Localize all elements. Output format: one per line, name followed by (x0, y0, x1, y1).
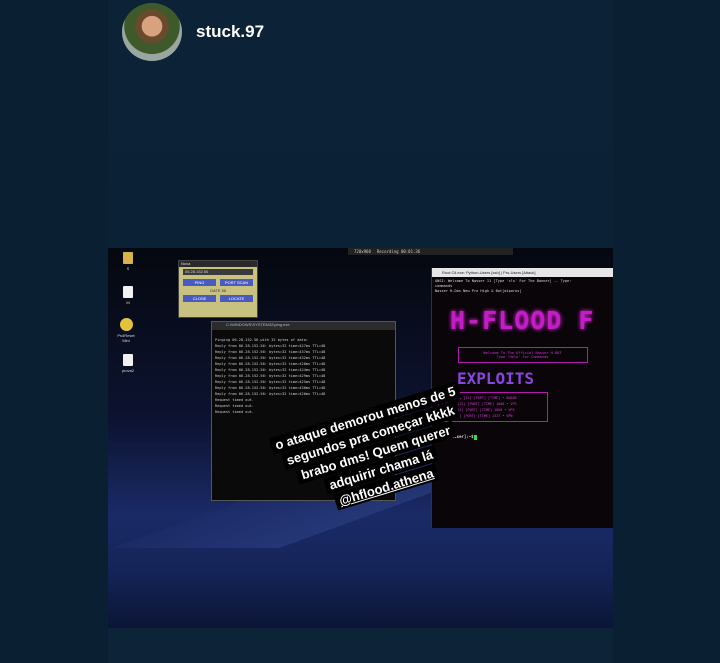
app-icon (119, 318, 133, 331)
welcome-line: Type 'Help' For Commands (496, 355, 549, 359)
terminal-title: C:\WINDOWS\SYSTEM32\ping.exe (212, 322, 395, 330)
story-background (108, 0, 613, 250)
username[interactable]: stuck.97 (196, 22, 264, 42)
desktop-icon-m[interactable]: M (118, 286, 138, 305)
file-icon (123, 286, 133, 298)
panel-title: Nova (179, 261, 257, 267)
desktop-icon-ps4reset[interactable]: Ps4Reset Mini (116, 318, 136, 343)
desktop-icon-prova2[interactable]: prova2 (118, 354, 138, 373)
hflood-title: Root Cli.exe: Python-Users [ssh] | Pro-U… (432, 268, 613, 277)
desktop-icon-label: Ps4Reset Mini (117, 333, 135, 343)
avatar[interactable] (122, 3, 182, 61)
recording-bar: 720x960 Recording 00:01:36 (348, 248, 513, 255)
desktop-icon-label: S (126, 266, 130, 271)
desktop-icon-s[interactable]: S (118, 252, 138, 271)
ping-button[interactable]: PING (183, 279, 216, 286)
desktop-icon-label: prova2 (121, 368, 135, 373)
welcome-box: Welcome To The Official Nasser H-BOT Typ… (457, 347, 588, 363)
hflood-logo: H-FLOOD F (450, 306, 595, 335)
file-icon (123, 354, 133, 366)
attack-panel-window: Nova 06.28.152.56 PING PORT SCAN GATE 56… (178, 260, 258, 318)
close-button[interactable]: CLOSE (183, 295, 216, 302)
file-icon (123, 252, 133, 264)
header-line: Nasser H-Dos New Pro High & Bot[diporos] (435, 289, 522, 293)
ip-field[interactable]: 06.28.152.56 (183, 269, 253, 275)
recording-label: Recording 00:01:36 (376, 249, 421, 254)
port-scan-button[interactable]: PORT SCAN (220, 279, 253, 286)
panel-middle-label: GATE 56 (209, 288, 227, 293)
desktop-icon-label: M (126, 300, 130, 305)
fps-label: 720x960 (354, 249, 371, 254)
locate-button[interactable]: LOCATE (220, 295, 253, 302)
hflood-header: ANSI: Welcome To Nasser 11 [Type 'cls' F… (432, 277, 613, 296)
